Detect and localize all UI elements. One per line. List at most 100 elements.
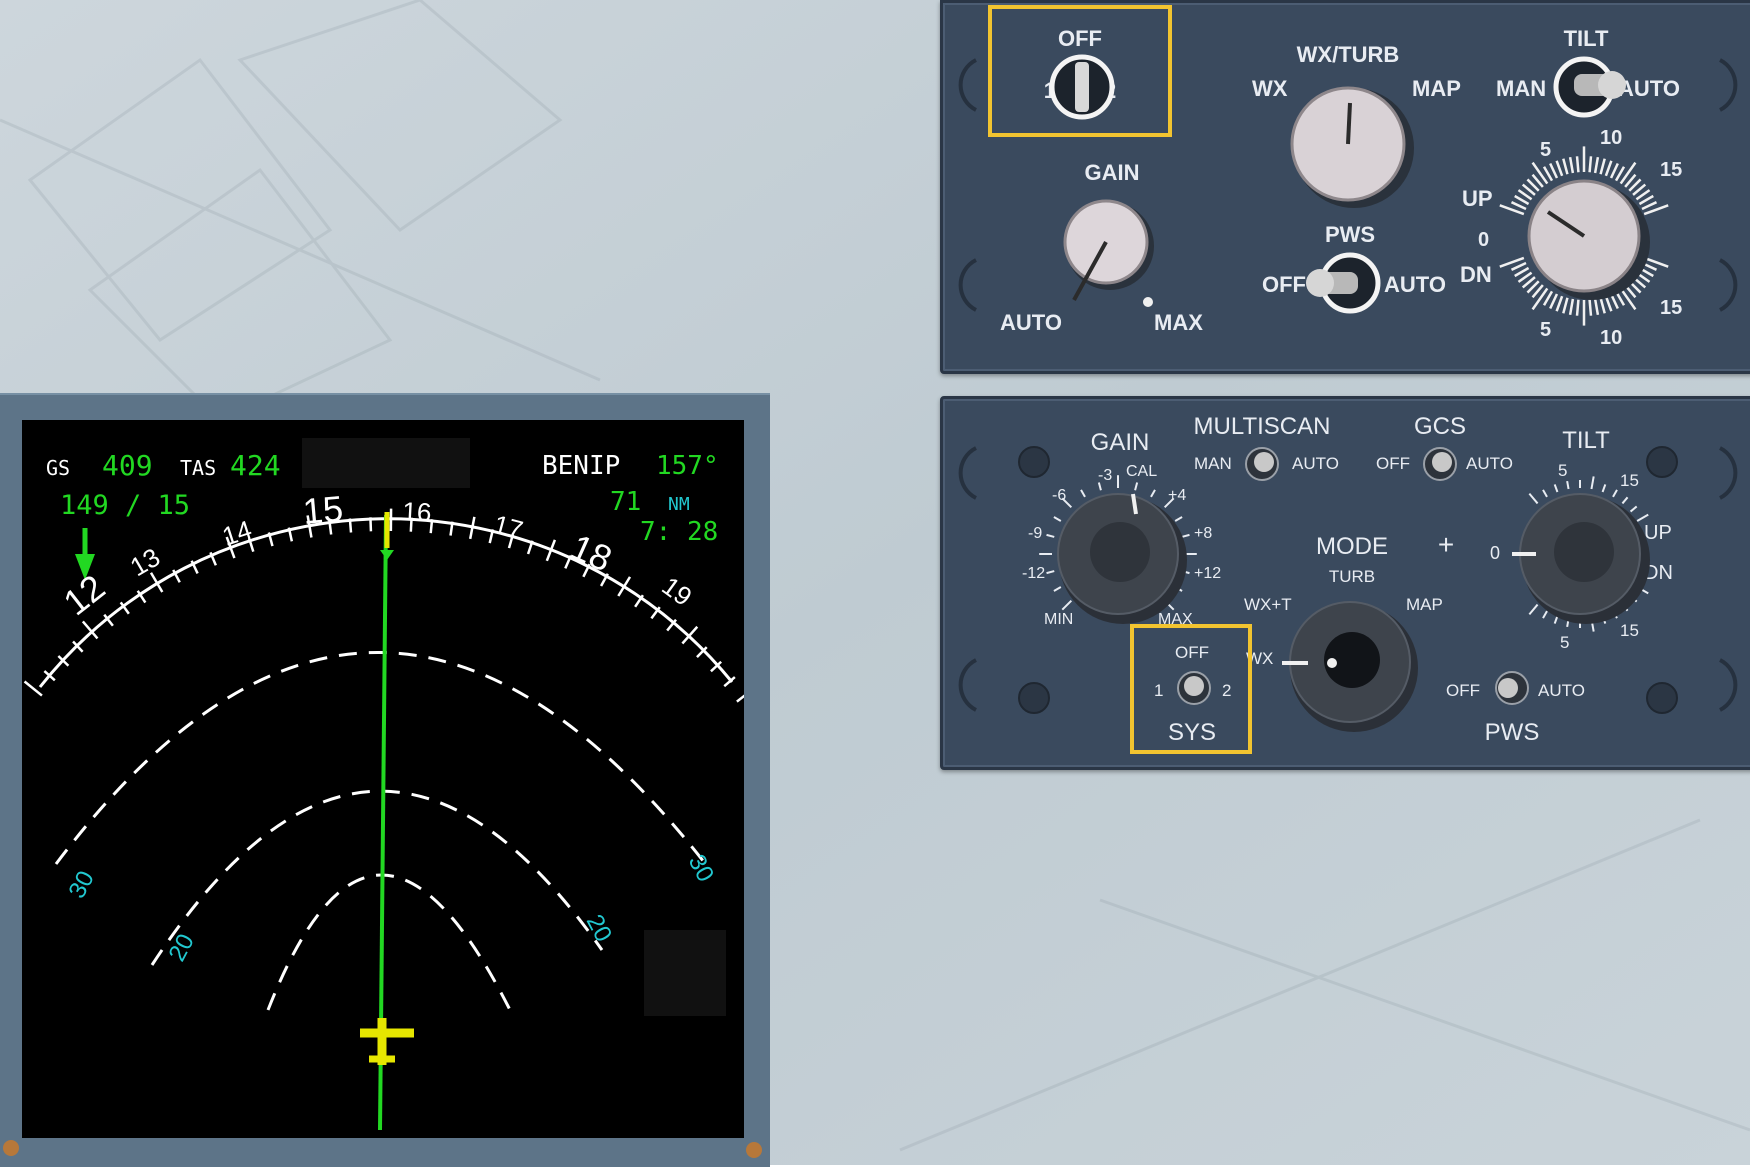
tick-mark bbox=[1081, 490, 1085, 497]
heading-label-15: 15 bbox=[301, 488, 344, 532]
lower-pws-toggle[interactable] bbox=[1496, 672, 1528, 704]
gain-scale-minus6: -6 bbox=[1052, 487, 1066, 504]
wind-readout: 149 / 15 bbox=[60, 490, 190, 521]
bezel-screw-left bbox=[3, 1140, 19, 1156]
plus-sign-icon: + bbox=[1438, 529, 1454, 560]
mode-title-lower: MODE bbox=[1316, 533, 1388, 560]
heading-label-16: 16 bbox=[402, 496, 432, 527]
tick-mark bbox=[370, 517, 371, 531]
distance-unit: NM bbox=[668, 494, 690, 515]
tick-mark bbox=[1511, 202, 1526, 209]
tilt-scale-15-dn: 15 bbox=[1660, 297, 1682, 319]
tick-mark bbox=[1062, 601, 1071, 610]
tick-mark bbox=[1595, 299, 1598, 315]
boss-left-bottom bbox=[961, 260, 976, 310]
mode-map-label: MAP bbox=[1412, 76, 1461, 101]
tick-mark bbox=[1621, 163, 1636, 184]
lower-tilt-5-up: 5 bbox=[1558, 461, 1567, 480]
tilt-dn-label: DN bbox=[1460, 262, 1492, 287]
lower-gain-knob[interactable] bbox=[1058, 494, 1187, 624]
tick-mark bbox=[1529, 605, 1537, 615]
tick-mark bbox=[1557, 296, 1562, 311]
tick-mark bbox=[350, 519, 351, 533]
tick-mark bbox=[1529, 494, 1537, 504]
boss-right-bottom bbox=[1720, 260, 1735, 310]
lower-tilt-title: TILT bbox=[1562, 427, 1610, 454]
lower-tilt-15-dn: 15 bbox=[1620, 621, 1639, 640]
tick-mark bbox=[1047, 535, 1055, 537]
tick-mark bbox=[1555, 616, 1558, 624]
tick-mark bbox=[1047, 571, 1055, 573]
tick-mark bbox=[1631, 506, 1637, 511]
pws-off-label: OFF bbox=[1262, 272, 1306, 297]
screw-bottom-right bbox=[1647, 683, 1677, 713]
gain-knob[interactable] bbox=[1065, 201, 1154, 300]
tick-mark bbox=[1550, 294, 1557, 309]
tick-mark bbox=[1577, 300, 1578, 316]
tick-mark bbox=[1603, 484, 1606, 492]
lower-sys-title: SYS bbox=[1168, 719, 1216, 746]
lower-sys-toggle[interactable] bbox=[1178, 672, 1210, 704]
gain-scale-plus4: +4 bbox=[1168, 487, 1186, 504]
bezel-screw-right bbox=[746, 1142, 762, 1158]
gain-scale-plus8: +8 bbox=[1194, 525, 1212, 542]
gain-scale-min: MIN bbox=[1044, 611, 1073, 628]
waypoint-distance: 71 bbox=[610, 487, 641, 517]
boss-right-top bbox=[1720, 60, 1735, 110]
lower-tilt-up-label: UP bbox=[1644, 522, 1672, 544]
lower-boss-left-bottom bbox=[961, 660, 976, 710]
sys-switch[interactable] bbox=[1052, 57, 1112, 117]
gain-max-label: MAX bbox=[1154, 310, 1203, 335]
gain-scale-cal: CAL bbox=[1126, 463, 1157, 480]
tas-value: 424 bbox=[230, 449, 281, 482]
masked-block-right bbox=[644, 930, 726, 1016]
waypoint-eta: 7: 28 bbox=[640, 517, 718, 547]
multiscan-auto-label: AUTO bbox=[1292, 454, 1339, 473]
multiscan-title: MULTISCAN bbox=[1194, 413, 1331, 440]
mode-map-label-lower: MAP bbox=[1406, 595, 1443, 614]
screw-top-left bbox=[1019, 447, 1049, 477]
tick-mark bbox=[1601, 159, 1605, 174]
tilt-scale-10-up: 10 bbox=[1600, 127, 1622, 149]
mode-title: WX/TURB bbox=[1297, 42, 1400, 67]
gcs-toggle[interactable] bbox=[1424, 448, 1456, 480]
tick-mark bbox=[1567, 481, 1568, 489]
lower-pws-off-label: OFF bbox=[1446, 681, 1480, 700]
lower-tilt-5-dn: 5 bbox=[1560, 633, 1569, 652]
tick-mark bbox=[1550, 163, 1557, 178]
tick-mark bbox=[431, 519, 432, 533]
lower-tilt-knob[interactable] bbox=[1512, 494, 1650, 624]
nd-screen: GS 409 TAS 424 149 / 15 BENIP 157° 71 NM… bbox=[22, 420, 744, 1138]
tick-mark bbox=[1642, 202, 1657, 209]
gain-max-dot bbox=[1143, 297, 1153, 307]
gain-title: GAIN bbox=[1085, 160, 1140, 185]
gs-label: GS bbox=[46, 456, 70, 480]
tick-mark bbox=[1175, 517, 1182, 521]
tick-mark bbox=[1135, 483, 1137, 491]
pws-switch[interactable] bbox=[1306, 255, 1378, 311]
tick-mark bbox=[1611, 163, 1618, 178]
tick-mark bbox=[1555, 484, 1558, 492]
tilt-knob[interactable] bbox=[1529, 181, 1650, 300]
tick-mark bbox=[1533, 288, 1548, 309]
mode-selector-knob[interactable] bbox=[1282, 602, 1418, 732]
lower-pws-auto-label: AUTO bbox=[1538, 681, 1585, 700]
screw-top-right bbox=[1647, 447, 1677, 477]
tick-mark bbox=[1570, 299, 1573, 315]
tilt-man-auto-switch[interactable] bbox=[1556, 59, 1626, 115]
wx-turb-mode-knob[interactable] bbox=[1292, 88, 1414, 208]
tick-mark bbox=[1595, 157, 1598, 173]
mode-turb-label: TURB bbox=[1329, 567, 1375, 586]
multiscan-toggle[interactable] bbox=[1246, 448, 1278, 480]
pws-auto-label: AUTO bbox=[1384, 272, 1446, 297]
gain-scale-plus12: +12 bbox=[1194, 565, 1221, 582]
pws-title: PWS bbox=[1325, 222, 1375, 247]
tick-mark bbox=[1563, 298, 1567, 313]
sys-off-label: OFF bbox=[1058, 26, 1102, 51]
screw-bottom-left bbox=[1019, 683, 1049, 713]
lower-tilt-zero-label: 0 bbox=[1490, 543, 1500, 563]
tick-mark bbox=[1601, 298, 1605, 313]
boss-left-top bbox=[961, 60, 976, 110]
lower-sys-2-label: 2 bbox=[1222, 681, 1231, 700]
tick-mark bbox=[1591, 476, 1593, 489]
